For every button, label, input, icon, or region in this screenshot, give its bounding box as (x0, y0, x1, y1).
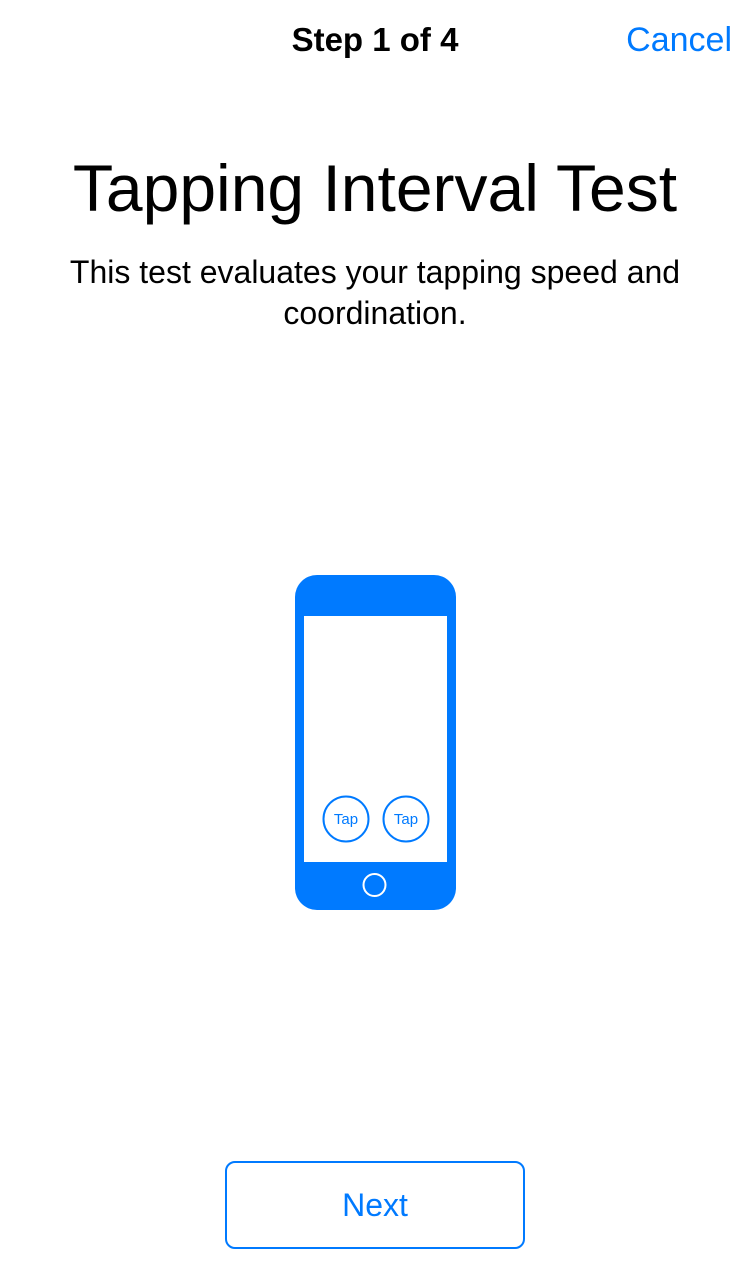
tap-label-left: Tap (334, 811, 358, 828)
navigation-bar: Step 1 of 4 Cancel (0, 0, 750, 80)
next-button[interactable]: Next (225, 1161, 525, 1249)
phone-tap-illustration: Tap Tap (295, 575, 456, 910)
page-title: Tapping Interval Test (72, 151, 678, 225)
cancel-button[interactable]: Cancel (626, 20, 732, 60)
page-subtitle: This test evaluates your tapping speed a… (69, 254, 681, 331)
tap-label-right: Tap (394, 811, 418, 828)
phone-icon: Tap Tap (295, 575, 456, 910)
